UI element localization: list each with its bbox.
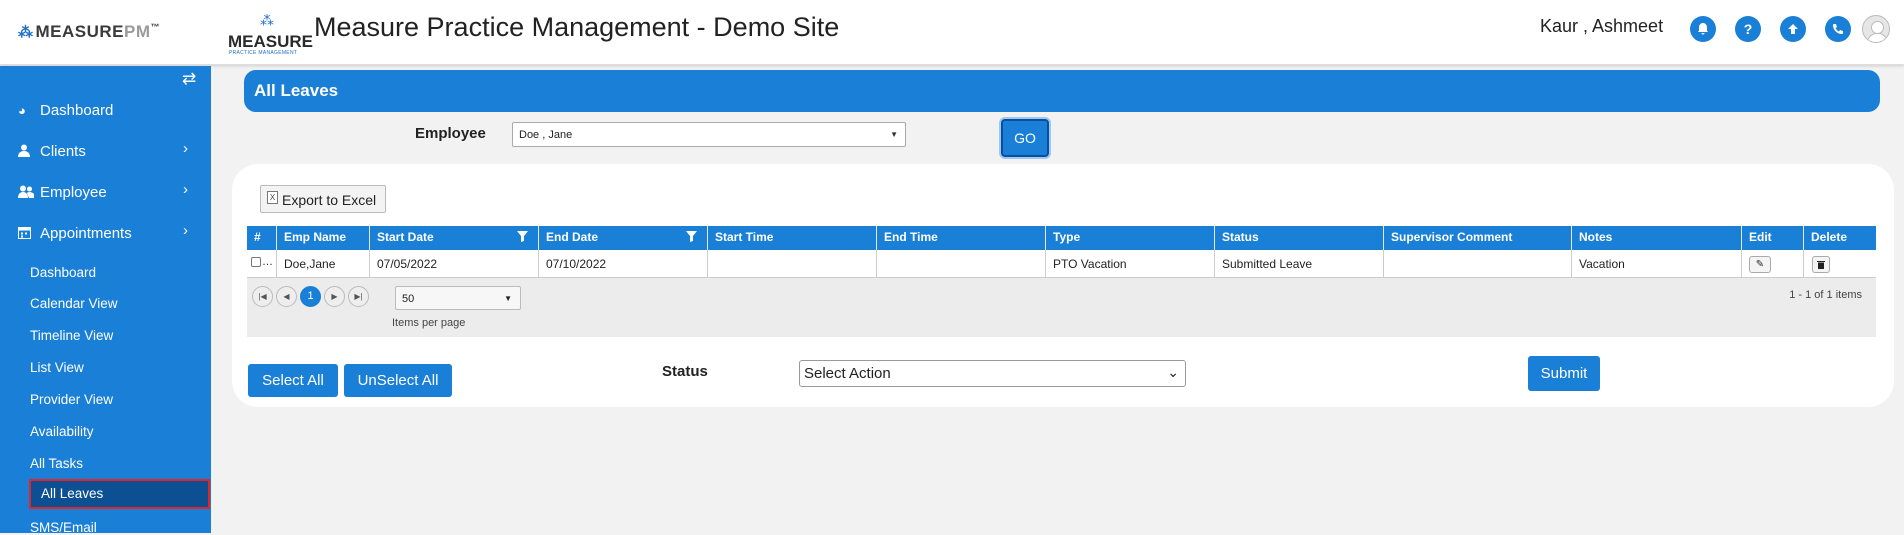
filter-icon[interactable] [517,231,528,245]
logo-mark-icon: ⁂ [18,24,34,41]
submit-button[interactable]: Submit [1528,356,1600,391]
first-page-icon[interactable]: |◀ [252,286,273,307]
col-header-index: # [247,226,277,250]
calendar-icon [18,226,40,242]
practice-logo-mark-icon: ⁂ [260,12,274,28]
chevron-right-icon: › [183,140,188,157]
page-size-dropdown[interactable]: 50 ▼ [395,286,521,310]
chevron-right-icon: › [183,222,188,239]
row-select-cell[interactable]: … [247,250,277,278]
sidebar-toggle-icon[interactable]: ⇄ [182,69,196,89]
subitem-provider-view[interactable]: Provider View [30,392,113,407]
user-icon [18,144,40,160]
employee-label: Employee [415,125,486,142]
subitem-all-tasks[interactable]: All Tasks [30,456,83,471]
pager-info: 1 - 1 of 1 items [1789,289,1862,301]
cell-end-date: 07/10/2022 [539,250,708,278]
page-title: All Leaves [254,81,339,100]
sidebar-item-employee[interactable]: Employee [18,184,107,201]
trash-icon[interactable] [1812,256,1830,273]
prev-page-icon[interactable]: ◀ [276,286,297,307]
row-checkbox[interactable] [251,257,261,267]
subitem-availability[interactable]: Availability [30,424,94,439]
col-header-notes[interactable]: Notes [1572,226,1742,250]
dashboard-icon: ◕ [18,103,26,118]
items-per-page-label: Items per page [392,317,466,329]
cell-status: Submitted Leave [1215,250,1384,278]
sidebar: ⇄ ◕ Dashboard Clients › Employee › Appoi… [0,66,211,535]
col-header-status[interactable]: Status [1215,226,1384,250]
col-header-delete: Delete [1811,230,1848,244]
table-row[interactable]: … Doe,Jane 07/05/2022 07/10/2022 PTO Vac… [247,250,1876,278]
subitem-list-view[interactable]: List View [30,360,84,375]
page-number-button[interactable]: 1 [300,286,321,307]
cell-type: PTO Vacation [1046,250,1215,278]
help-icon[interactable]: ? [1735,16,1761,42]
user-name[interactable]: Kaur , Ashmeet [1540,16,1663,37]
app-title: Measure Practice Management - Demo Site [314,12,840,42]
next-page-icon[interactable]: ▶ [324,286,345,307]
subitem-calendar-view[interactable]: Calendar View [30,296,118,311]
upload-icon[interactable] [1780,16,1806,42]
caret-down-icon: ▼ [890,130,898,139]
cell-edit: ✎ [1742,250,1804,278]
users-icon [18,185,40,201]
leaves-grid: # Emp Name Start Date End Date Start Tim… [247,226,1876,337]
caret-down-icon: ▼ [504,294,512,303]
action-select[interactable]: Select Action ⌄ [799,360,1186,387]
chevron-right-icon: › [183,181,188,198]
cell-emp-name: Doe,Jane [277,250,370,278]
last-page-icon[interactable]: ▶| [348,286,369,307]
excel-file-icon: X [267,191,278,204]
grid-pager: |◀ ◀ 1 ▶ ▶| 50 ▼ Items per page 1 - 1 of… [247,278,1876,337]
go-button[interactable]: GO [1001,119,1049,157]
export-excel-button[interactable]: X Export to Excel [260,185,386,213]
col-header-type[interactable]: Type [1046,226,1215,250]
user-avatar-icon[interactable] [1862,15,1890,43]
col-header-end-time[interactable]: End Time [877,226,1046,250]
col-header-start-date[interactable]: Start Date [370,226,539,250]
select-all-button[interactable]: Select All [248,364,338,397]
employee-dropdown[interactable]: Doe , Jane ▼ [512,122,906,147]
cell-notes: Vacation [1572,250,1742,278]
cell-delete [1804,250,1876,278]
col-header-end-date[interactable]: End Date [539,226,708,250]
measurepm-logo[interactable]: ⁂ MEASUREPM™ [18,22,160,42]
page-banner: All Leaves [244,70,1880,112]
col-header-emp-name[interactable]: Emp Name [277,226,370,250]
cell-start-time [708,250,877,278]
top-header: ⁂ MEASUREPM™ ⁂ MEASURE PRACTICE MANAGEMEN… [0,0,1904,65]
col-header-start-time[interactable]: Start Time [708,226,877,250]
col-header-supervisor-comment[interactable]: Supervisor Comment [1384,226,1572,250]
bell-icon[interactable] [1690,16,1716,42]
cell-supervisor-comment [1384,250,1572,278]
status-label: Status [662,363,708,380]
chevron-down-icon: ⌄ [1167,364,1179,380]
sidebar-item-appointments[interactable]: Appointments [18,225,132,242]
edit-pencil-icon[interactable]: ✎ [1749,256,1771,273]
sidebar-item-clients[interactable]: Clients [18,143,86,160]
filter-icon[interactable] [686,231,697,245]
subitem-dashboard[interactable]: Dashboard [30,265,96,280]
phone-icon[interactable] [1825,16,1851,42]
cell-end-time [877,250,1046,278]
practice-management-logo: ⁂ MEASURE PRACTICE MANAGEMENT [228,12,314,56]
col-header-edit: Edit [1742,226,1804,250]
unselect-all-button[interactable]: UnSelect All [344,364,452,397]
grid-header: # Emp Name Start Date End Date Start Tim… [247,226,1876,250]
cell-start-date: 07/05/2022 [370,250,539,278]
subitem-all-leaves[interactable]: All Leaves [29,479,210,509]
subitem-timeline-view[interactable]: Timeline View [30,328,113,343]
sidebar-item-dashboard[interactable]: ◕ Dashboard [18,102,113,119]
